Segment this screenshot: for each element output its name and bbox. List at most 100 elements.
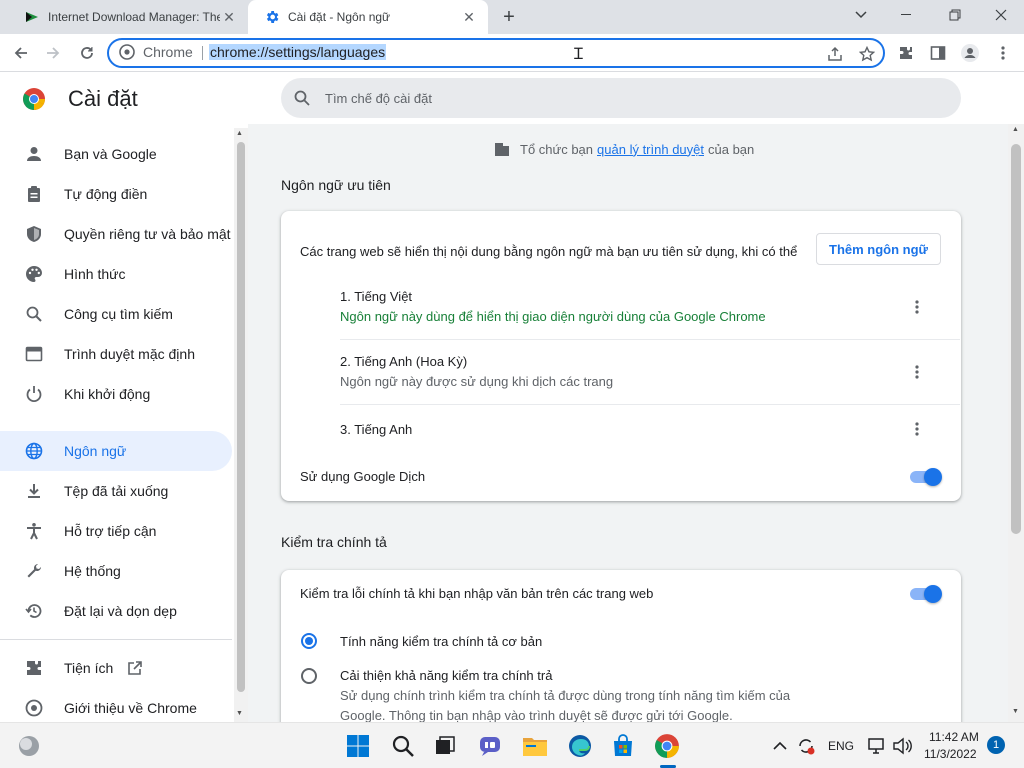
start-button-icon[interactable] [343, 731, 373, 761]
text-cursor-icon: Ɪ [574, 46, 583, 63]
sidebar-item-autofill[interactable]: Tự động điền [0, 174, 232, 214]
task-view-icon[interactable] [430, 731, 460, 761]
site-chip[interactable]: Chrome [119, 44, 193, 60]
sidebar-item-label: Đặt lại và dọn dẹp [64, 603, 177, 619]
language-name: 1. Tiếng Việt [340, 289, 413, 304]
scroll-down-arrow-icon[interactable]: ▼ [236, 710, 243, 717]
sidebar-item-label: Tiện ích [64, 660, 114, 676]
close-tab-icon[interactable]: ✕ [460, 8, 478, 26]
chevron-up-icon[interactable] [770, 731, 790, 761]
scroll-down-arrow-icon[interactable]: ▼ [1012, 708, 1019, 715]
sidebar-item-languages[interactable]: Ngôn ngữ [0, 431, 232, 471]
sidebar-item-label: Giới thiệu về Chrome [64, 700, 197, 716]
chrome-icon [24, 698, 44, 718]
restore-button[interactable] [932, 0, 978, 30]
language-note: Ngôn ngữ này dùng để hiển thị giao diện … [340, 309, 766, 324]
accessibility-icon [24, 521, 44, 541]
tab-idm[interactable]: Internet Download Manager: The ✕ [8, 0, 248, 34]
puzzle-icon [24, 658, 44, 678]
sidebar-item-you-and-google[interactable]: Bạn và Google [0, 134, 232, 174]
power-icon [24, 384, 44, 404]
sidebar-item-label: Hỗ trợ tiếp cận [64, 523, 157, 539]
tab-settings[interactable]: Cài đặt - Ngôn ngữ ✕ [248, 0, 488, 34]
sidebar: Bạn và Google Tự động điền Quyền riêng t… [0, 124, 248, 722]
sidebar-item-about-chrome[interactable]: Giới thiệu về Chrome [0, 688, 232, 722]
sidebar-item-accessibility[interactable]: Hỗ trợ tiếp cận [0, 511, 232, 551]
file-explorer-icon[interactable] [520, 731, 550, 761]
managed-suffix: của bạn [708, 141, 755, 157]
enhanced-spell-check-desc: Sử dụng chính trình kiểm tra chính tả đư… [340, 688, 791, 703]
managed-link[interactable]: quản lý trình duyệt [597, 142, 704, 157]
taskbar-search-icon[interactable] [388, 731, 418, 761]
language-item: 2. Tiếng Anh (Hoa Kỳ) Ngôn ngữ này được … [340, 348, 941, 412]
enhanced-spell-check-label[interactable]: Cải thiện khả năng kiểm tra chính trả [340, 668, 552, 683]
forward-button[interactable] [40, 40, 66, 66]
settings-search[interactable] [281, 78, 961, 118]
sidebar-item-label: Khi khởi động [64, 386, 151, 402]
translate-label: Sử dụng Google Dịch [300, 469, 426, 484]
more-vert-icon[interactable] [905, 360, 929, 384]
tab-search-icon[interactable] [838, 0, 884, 30]
sidebar-scroll-thumb[interactable] [237, 142, 245, 692]
back-button[interactable] [8, 40, 34, 66]
translate-toggle[interactable] [908, 468, 942, 486]
add-language-button[interactable]: Thêm ngôn ngữ [816, 233, 941, 265]
bookmark-star-icon[interactable] [857, 44, 877, 64]
idm-favicon-icon [26, 12, 38, 22]
managed-notice: Tổ chức bạn quản lý trình duyệt của bạn [493, 140, 754, 158]
preferred-languages-description: Các trang web sẽ hiển thị nội dung bằng … [300, 244, 798, 259]
sidebar-item-search-engine[interactable]: Công cụ tìm kiếm [0, 294, 232, 334]
sidebar-item-reset[interactable]: Đặt lại và dọn dẹp [0, 591, 232, 631]
microsoft-store-icon[interactable] [608, 731, 638, 761]
scroll-up-arrow-icon[interactable]: ▲ [236, 130, 243, 137]
more-vert-icon[interactable] [905, 295, 929, 319]
section-title-spell-check: Kiểm tra chính tả [281, 534, 387, 550]
share-icon[interactable] [825, 44, 845, 64]
notification-badge[interactable]: 1 [987, 736, 1005, 754]
palette-icon [24, 264, 44, 284]
volume-icon[interactable] [890, 731, 914, 761]
weather-icon[interactable] [14, 731, 44, 761]
sidebar-item-label: Quyền riêng tư và bảo mật [64, 226, 231, 242]
clock-date[interactable]: 11/3/2022 [924, 747, 977, 761]
sidebar-item-downloads[interactable]: Tệp đã tải xuống [0, 471, 232, 511]
sync-icon[interactable] [794, 731, 818, 761]
spell-check-toggle[interactable] [908, 585, 942, 603]
enhanced-spell-check-radio[interactable] [301, 668, 317, 684]
profile-avatar[interactable] [957, 40, 983, 66]
sidebar-nav: Bạn và Google Tự động điền Quyền riêng t… [0, 124, 232, 722]
list-divider [340, 404, 960, 405]
sidebar-item-default-browser[interactable]: Trình duyệt mặc định [0, 334, 232, 374]
chrome-taskbar-icon[interactable] [652, 731, 682, 761]
sidebar-item-system[interactable]: Hệ thống [0, 551, 232, 591]
sidebar-item-appearance[interactable]: Hình thức [0, 254, 232, 294]
url-text[interactable]: chrome://settings/languages [209, 44, 387, 60]
shield-icon [24, 224, 44, 244]
sidebar-item-extensions[interactable]: Tiện ích [0, 648, 232, 688]
more-vert-icon[interactable] [905, 417, 929, 441]
main-scroll-thumb[interactable] [1011, 144, 1021, 534]
input-language[interactable]: ENG [828, 739, 854, 753]
extensions-icon[interactable] [893, 40, 919, 66]
more-menu-icon[interactable] [990, 40, 1016, 66]
main-scrollbar[interactable]: ▲ ▼ [1008, 124, 1024, 722]
chat-icon[interactable] [475, 731, 505, 761]
sidebar-scrollbar[interactable]: ▲ ▼ [234, 128, 248, 722]
sidebar-item-privacy[interactable]: Quyền riêng tư và bảo mật [0, 214, 232, 254]
minimize-button[interactable] [884, 0, 930, 30]
search-input[interactable] [325, 90, 925, 106]
edge-icon[interactable] [565, 731, 595, 761]
close-tab-icon[interactable]: ✕ [220, 8, 238, 26]
network-icon[interactable] [866, 731, 888, 761]
close-window-button[interactable] [978, 0, 1024, 30]
clock-time[interactable]: 11:42 AM [929, 730, 979, 744]
scroll-up-arrow-icon[interactable]: ▲ [1012, 126, 1019, 133]
address-bar[interactable]: Chrome chrome://settings/languages Ɪ [107, 38, 885, 68]
reload-button[interactable] [74, 40, 100, 66]
basic-spell-check-label[interactable]: Tính năng kiểm tra chính tả cơ bản [340, 634, 542, 649]
sidebar-item-label: Hệ thống [64, 563, 121, 579]
basic-spell-check-radio[interactable] [301, 633, 317, 649]
sidebar-item-on-startup[interactable]: Khi khởi động [0, 374, 232, 414]
side-panel-icon[interactable] [925, 40, 951, 66]
new-tab-button[interactable]: + [498, 6, 520, 28]
